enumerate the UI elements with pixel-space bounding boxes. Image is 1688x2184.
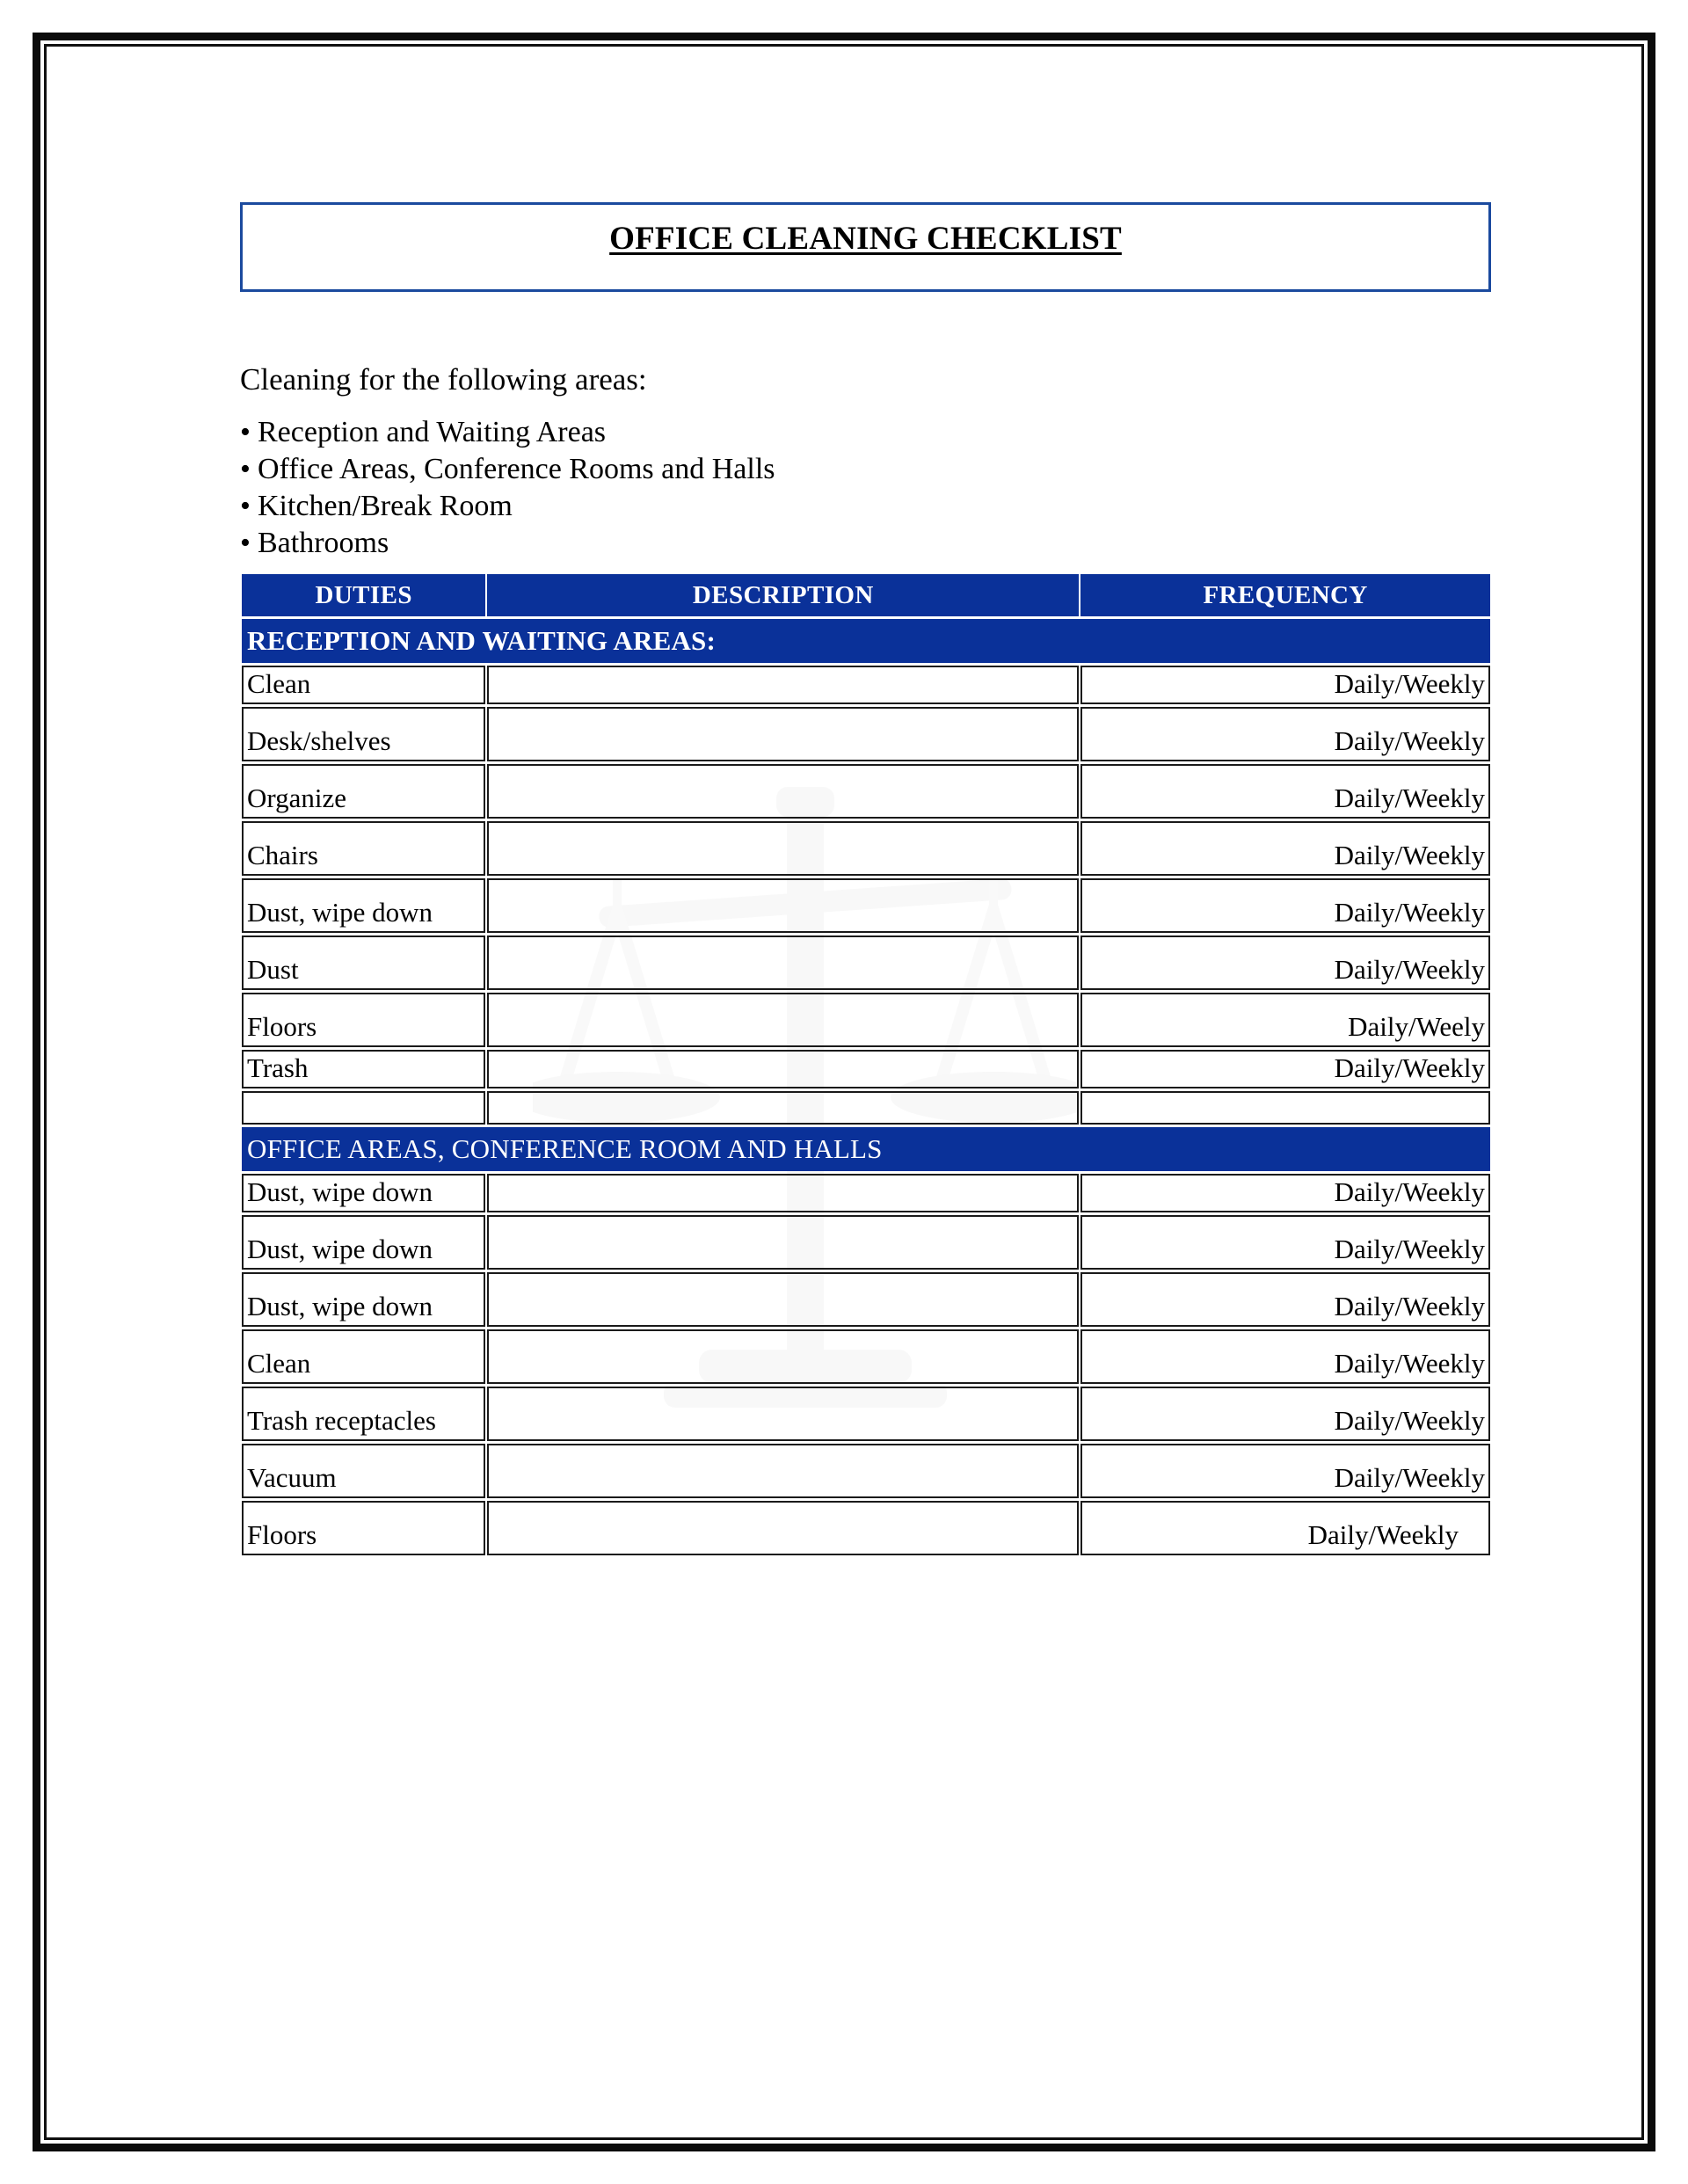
description-cell[interactable] (487, 707, 1080, 761)
description-cell[interactable] (487, 1215, 1080, 1270)
section-banner-row: OFFICE AREAS, CONFERENCE ROOM AND HALLS (242, 1127, 1490, 1171)
table-row: Desk/shelves Daily/Weekly (242, 707, 1490, 761)
table-row: Vacuum Daily/Weekly (242, 1444, 1490, 1498)
duty-cell[interactable]: Chairs (242, 821, 486, 876)
bullet-dot-icon: • (240, 490, 251, 522)
table-head: DUTIES DESCRIPTION FREQUENCY (242, 574, 1490, 616)
page-border-frame: OFFICE CLEANING CHECKLIST Cleaning for t… (33, 33, 1655, 2151)
duty-cell[interactable]: Dust, wipe down (242, 1215, 486, 1270)
frequency-cell[interactable]: Daily/Weekly (1080, 707, 1490, 761)
table-row: Trash Daily/Weekly (242, 1050, 1490, 1088)
area-list-item: • Office Areas, Conference Rooms and Hall… (240, 451, 1295, 488)
description-cell[interactable] (487, 1272, 1080, 1327)
intro-block: Cleaning for the following areas: • Recep… (240, 364, 1295, 562)
area-list-item-label: Reception and Waiting Areas (258, 416, 607, 448)
bullet-dot-icon: • (240, 453, 251, 485)
frequency-cell[interactable]: Daily/Weekly (1080, 1387, 1490, 1441)
description-cell[interactable] (487, 821, 1080, 876)
description-cell[interactable] (487, 878, 1080, 933)
description-cell[interactable] (487, 935, 1080, 990)
duty-cell[interactable]: Trash (242, 1050, 486, 1088)
table-row: Dust, wipe down Daily/Weekly (242, 878, 1490, 933)
duty-cell[interactable] (242, 1091, 486, 1125)
duty-cell[interactable]: Clean (242, 666, 486, 704)
frequency-cell[interactable]: Daily/Weekly (1080, 1215, 1490, 1270)
duty-cell[interactable]: Floors (242, 993, 486, 1047)
area-list-item: • Kitchen/Break Room (240, 488, 1295, 525)
duty-cell[interactable]: Dust (242, 935, 486, 990)
description-cell[interactable] (487, 1091, 1080, 1125)
duty-cell[interactable]: Floors (242, 1501, 486, 1555)
frequency-cell[interactable] (1080, 1091, 1490, 1125)
table-row: Dust, wipe down Daily/Weekly (242, 1174, 1490, 1212)
table-row (242, 1091, 1490, 1125)
description-cell[interactable] (487, 1501, 1080, 1555)
table-row: Dust Daily/Weekly (242, 935, 1490, 990)
frequency-cell[interactable]: Daily/Weekly (1080, 666, 1490, 704)
table-row: Floors Daily/Weely (242, 993, 1490, 1047)
intro-lead-text: Cleaning for the following areas: (240, 362, 647, 397)
page-title: OFFICE CLEANING CHECKLIST (609, 221, 1122, 257)
cleaning-checklist-table: DUTIES DESCRIPTION FREQUENCY RECEPTION A… (240, 571, 1492, 1558)
frequency-cell[interactable]: Daily/Weekly (1080, 1444, 1490, 1498)
description-cell[interactable] (487, 1329, 1080, 1384)
table-row: Organize Daily/Weekly (242, 764, 1490, 819)
frequency-cell[interactable]: Daily/Weekly (1080, 821, 1490, 876)
frequency-cell[interactable]: Daily/Weekly (1080, 1050, 1490, 1088)
area-list-item-label: Office Areas, Conference Rooms and Halls (258, 453, 775, 485)
description-cell[interactable] (487, 1444, 1080, 1498)
frequency-cell[interactable]: Daily/Weekly (1080, 764, 1490, 819)
frequency-cell[interactable]: Daily/Weekly (1080, 1174, 1490, 1212)
title-box: OFFICE CLEANING CHECKLIST (240, 202, 1491, 292)
column-header-description: DESCRIPTION (487, 574, 1080, 616)
duty-cell[interactable]: Clean (242, 1329, 486, 1384)
column-header-frequency: FREQUENCY (1080, 574, 1490, 616)
frequency-cell[interactable]: Daily/Weekly (1080, 935, 1490, 990)
table-row: Dust, wipe down Daily/Weekly (242, 1272, 1490, 1327)
bullet-dot-icon: • (240, 416, 251, 448)
area-list-item: • Reception and Waiting Areas (240, 414, 1295, 451)
section-banner-label: RECEPTION AND WAITING AREAS: (242, 619, 1490, 663)
table-row: Floors Daily/Weekly (242, 1501, 1490, 1555)
duty-cell[interactable]: Dust, wipe down (242, 878, 486, 933)
duty-cell[interactable]: Vacuum (242, 1444, 486, 1498)
bullet-dot-icon: • (240, 527, 251, 559)
column-header-duties: DUTIES (242, 574, 486, 616)
frequency-cell[interactable]: Daily/Weely (1080, 993, 1490, 1047)
table-row: Chairs Daily/Weekly (242, 821, 1490, 876)
areas-bullet-list: • Reception and Waiting Areas • Office Area… (240, 414, 1295, 562)
description-cell[interactable] (487, 1050, 1080, 1088)
duty-cell[interactable]: Desk/shelves (242, 707, 486, 761)
duty-cell[interactable]: Dust, wipe down (242, 1174, 486, 1212)
table-row: Dust, wipe down Daily/Weekly (242, 1215, 1490, 1270)
duty-cell[interactable]: Dust, wipe down (242, 1272, 486, 1327)
section-banner-label: OFFICE AREAS, CONFERENCE ROOM AND HALLS (242, 1127, 1490, 1171)
frequency-cell[interactable]: Daily/Weekly (1080, 1329, 1490, 1384)
table-header-row: DUTIES DESCRIPTION FREQUENCY (242, 574, 1490, 616)
table-body: RECEPTION AND WAITING AREAS: Clean Daily/W… (242, 619, 1490, 1555)
area-list-item-label: Bathrooms (258, 527, 389, 559)
area-list-item: • Bathrooms (240, 525, 1295, 562)
section-banner-row: RECEPTION AND WAITING AREAS: (242, 619, 1490, 663)
description-cell[interactable] (487, 993, 1080, 1047)
frequency-cell[interactable]: Daily/Weekly (1080, 1501, 1490, 1555)
table-row: Trash receptacles Daily/Weekly (242, 1387, 1490, 1441)
description-cell[interactable] (487, 666, 1080, 704)
description-cell[interactable] (487, 764, 1080, 819)
frequency-cell[interactable]: Daily/Weekly (1080, 878, 1490, 933)
table-row: Clean Daily/Weekly (242, 1329, 1490, 1384)
page-content: OFFICE CLEANING CHECKLIST Cleaning for t… (40, 40, 1663, 2159)
table-row: Clean Daily/Weekly (242, 666, 1490, 704)
frequency-cell[interactable]: Daily/Weekly (1080, 1272, 1490, 1327)
duty-cell[interactable]: Trash receptacles (242, 1387, 486, 1441)
duty-cell[interactable]: Organize (242, 764, 486, 819)
area-list-item-label: Kitchen/Break Room (258, 490, 513, 522)
description-cell[interactable] (487, 1387, 1080, 1441)
description-cell[interactable] (487, 1174, 1080, 1212)
